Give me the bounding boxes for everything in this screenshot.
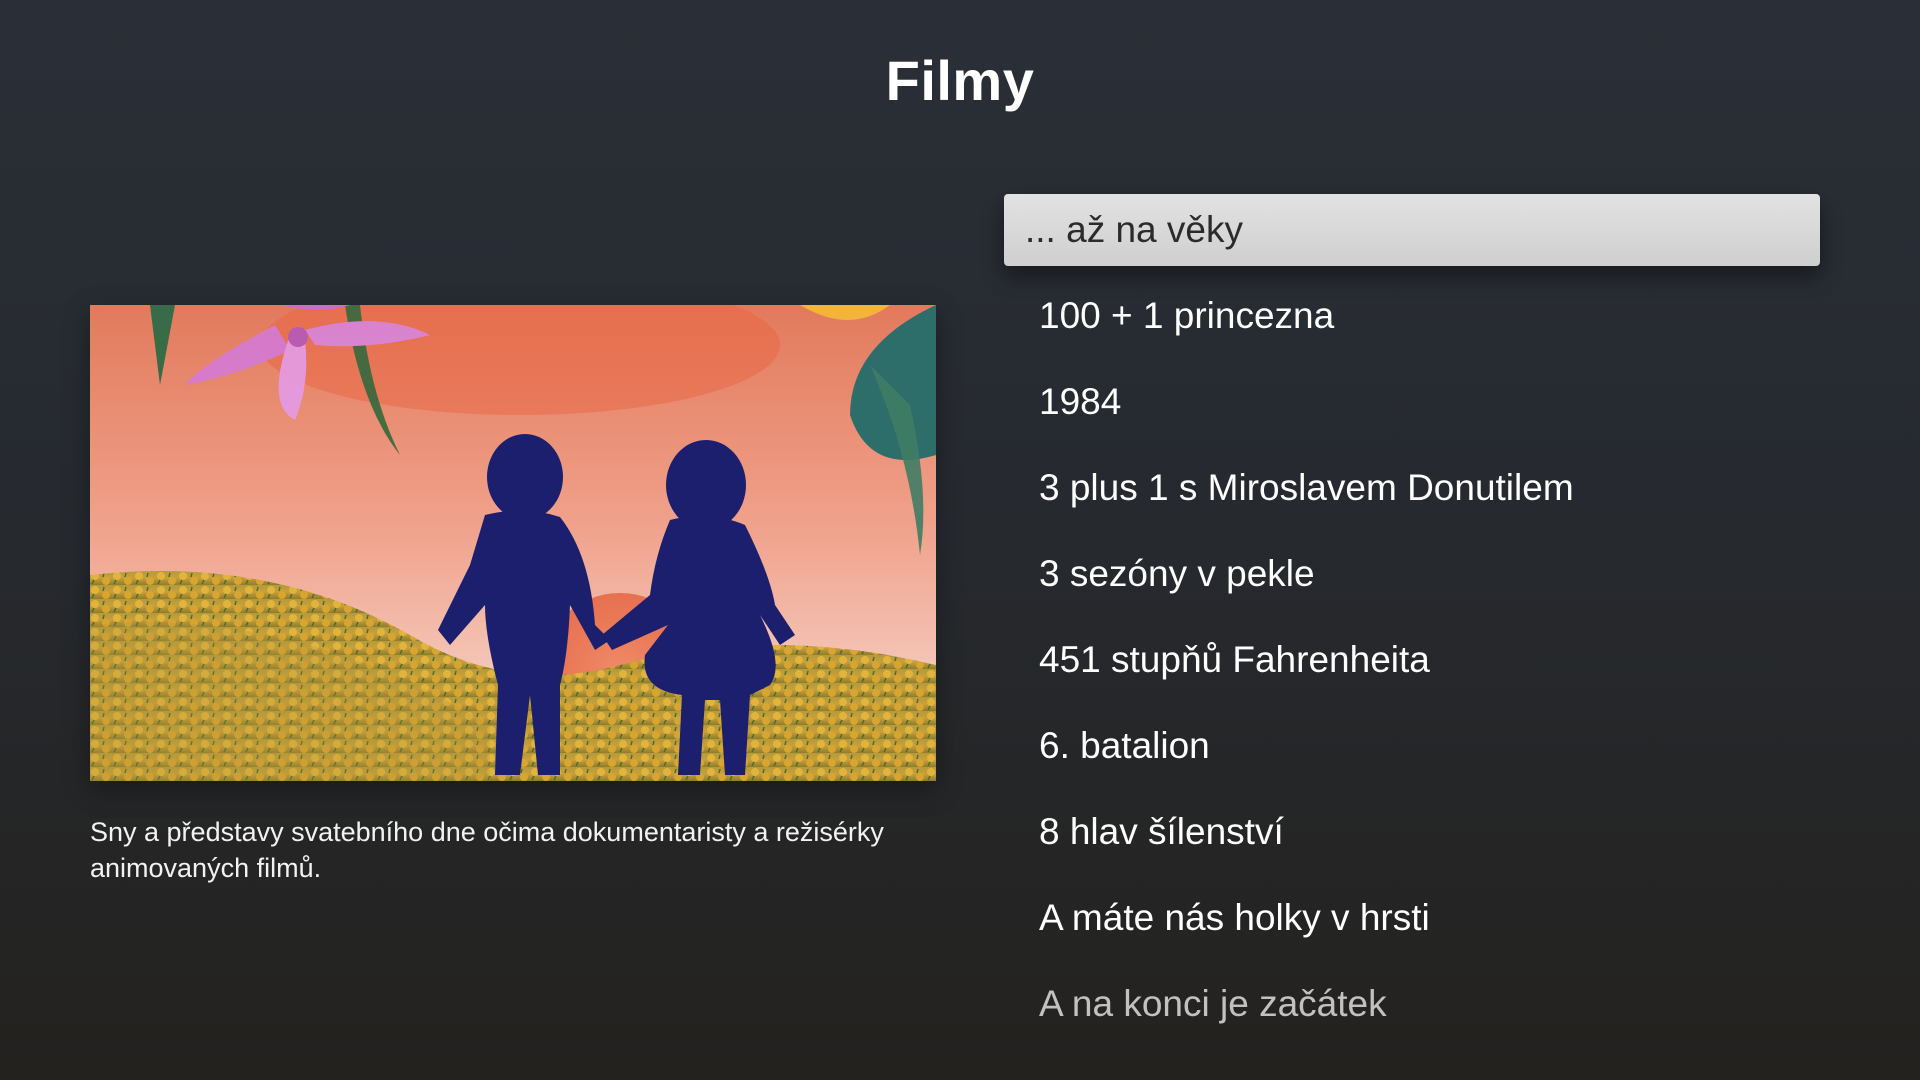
page-title: Filmy	[885, 49, 1035, 112]
movie-list-item[interactable]: 6. batalion	[1004, 710, 1820, 796]
movie-list-item[interactable]: 451 stupňů Fahrenheita	[1004, 624, 1820, 710]
movie-list-item[interactable]: A na konci je začátek	[1004, 968, 1820, 1054]
movie-list-item-selected[interactable]: ... až na věky	[1004, 194, 1820, 266]
movie-list-item[interactable]: 3 plus 1 s Miroslavem Donutilem	[1004, 452, 1820, 538]
movie-preview-image	[90, 305, 936, 781]
movie-list-item[interactable]: A máte nás holky v hrsti	[1004, 882, 1820, 968]
movie-description: Sny a představy svatebního dne očima dok…	[90, 817, 884, 883]
movie-list: ... až na věky 100 + 1 princezna 1984 3 …	[1004, 194, 1820, 1054]
movie-list-item[interactable]: 8 hlav šílenství	[1004, 796, 1820, 882]
movie-list-item[interactable]: 100 + 1 princezna	[1004, 280, 1820, 366]
movie-list-item[interactable]: 1984	[1004, 366, 1820, 452]
movie-list-item[interactable]: 3 sezóny v pekle	[1004, 538, 1820, 624]
